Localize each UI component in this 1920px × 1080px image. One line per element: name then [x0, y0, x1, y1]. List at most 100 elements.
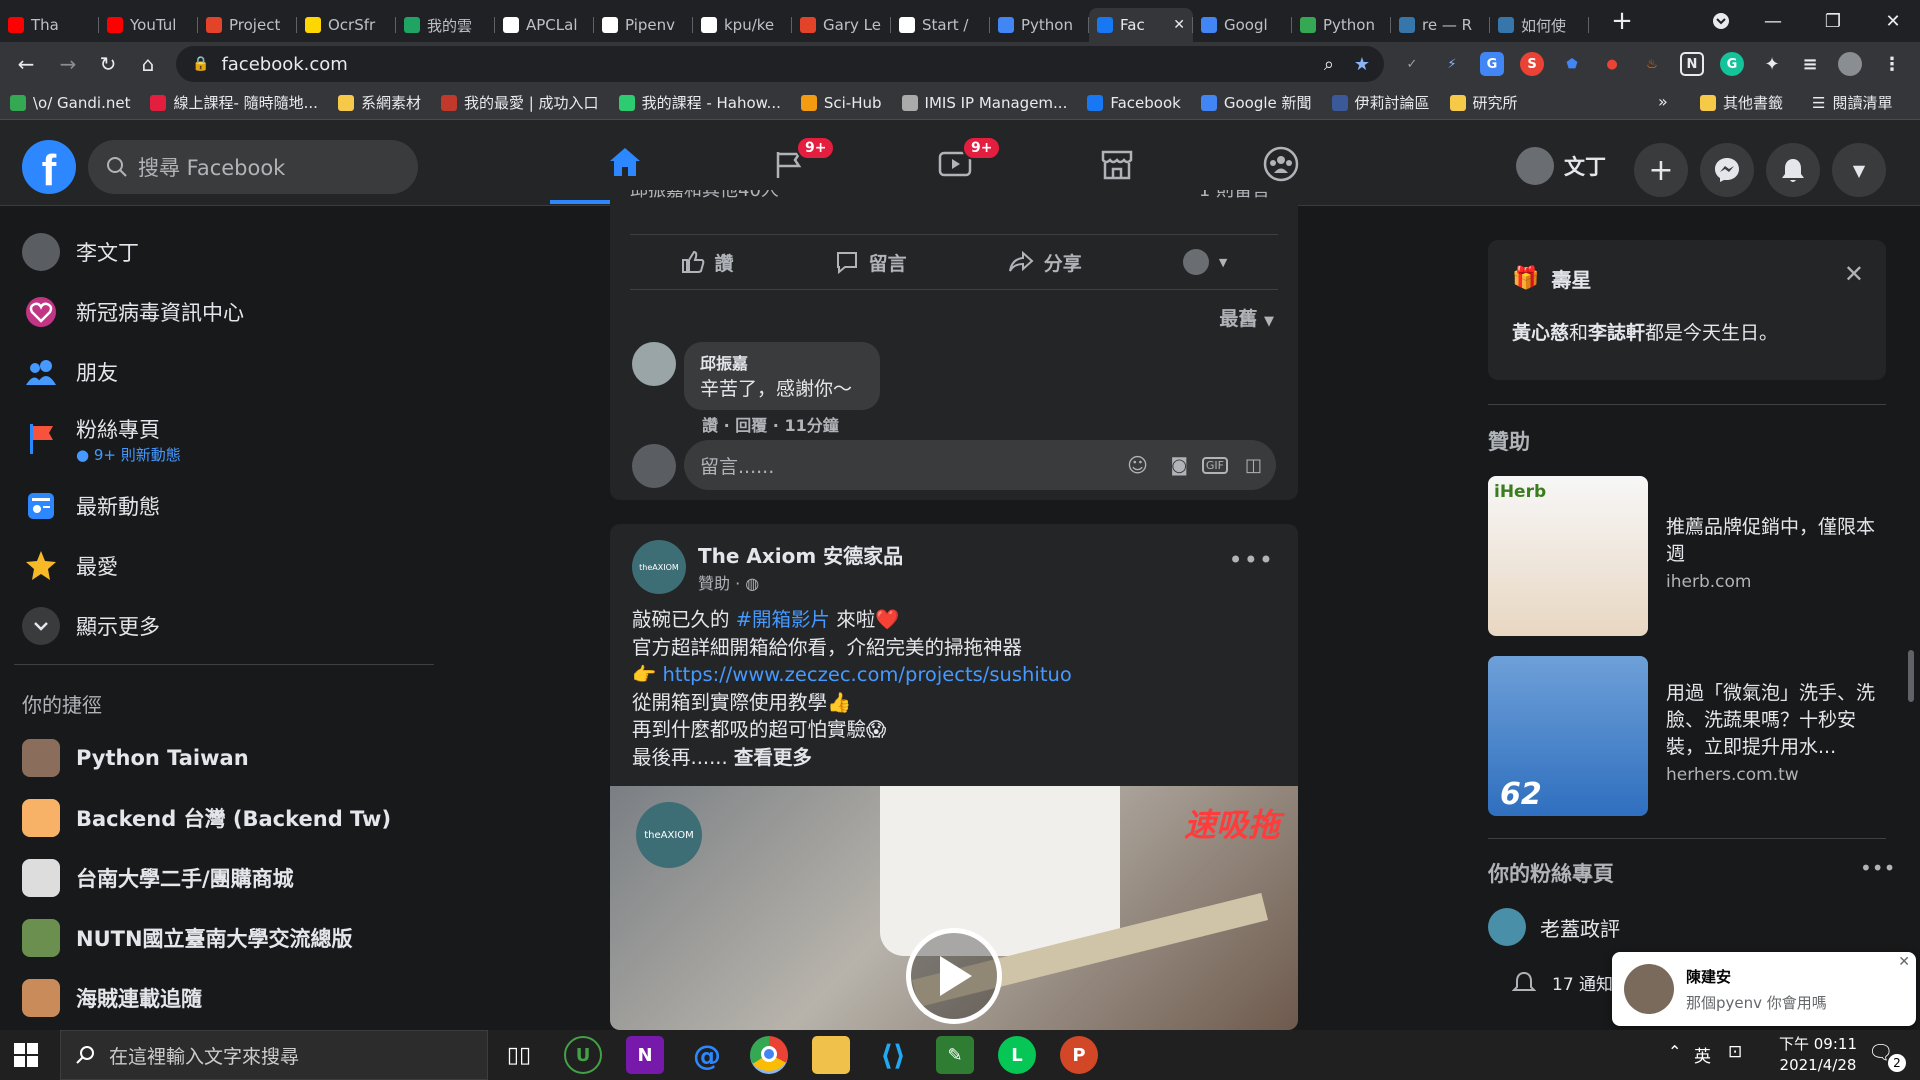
close-icon[interactable]: ✕	[1844, 260, 1864, 288]
ime-mode-icon[interactable]: ⊡	[1728, 1042, 1742, 1062]
clock[interactable]: 下午 09:11 2021/4/28	[1768, 1034, 1868, 1076]
like-button[interactable]: 讚	[681, 249, 734, 276]
sidebar-item-pages[interactable]: 粉絲專頁 ● 9+ 則新動態	[14, 402, 434, 476]
gif-icon[interactable]: GIF	[1201, 456, 1228, 474]
browser-tab[interactable]: re — R	[1391, 8, 1490, 42]
back-icon[interactable]: ←	[8, 46, 44, 82]
camera-icon[interactable]: ◙	[1171, 455, 1188, 476]
browser-tab[interactable]: Python	[990, 8, 1089, 42]
notifications-button[interactable]	[1766, 143, 1820, 197]
emoji-icon[interactable]: ☺	[1127, 453, 1148, 477]
video-player[interactable]: theAXIOM 速吸拖	[610, 786, 1298, 1030]
sidebar-item-friends[interactable]: 朋友	[14, 342, 434, 402]
browser-tab[interactable]: Tha	[0, 8, 99, 42]
record-extension-icon[interactable]: ●	[1600, 52, 1624, 76]
browser-tab[interactable]: Googl	[1193, 8, 1292, 42]
shield-extension-icon[interactable]: ⬟	[1560, 52, 1584, 76]
close-window-button[interactable]: ✕	[1870, 0, 1916, 42]
notion-extension-icon[interactable]: N	[1680, 52, 1704, 76]
comment-sort-dropdown[interactable]: 最舊 ▼	[1219, 304, 1274, 331]
minimize-button[interactable]: —	[1750, 0, 1796, 42]
scrollbar-thumb[interactable]	[1908, 650, 1914, 702]
sidebar-item-most-recent[interactable]: 最新動態	[14, 476, 434, 536]
pages-options-icon[interactable]: •••	[1860, 856, 1895, 880]
sidebar-item-show-more[interactable]: 顯示更多	[14, 596, 434, 656]
post-options-icon[interactable]: •••	[1229, 546, 1274, 574]
facebook-logo-icon[interactable]: f	[22, 140, 76, 195]
shortcut-item[interactable]: 海賊連載追隨	[14, 968, 434, 1028]
grammarly-extension-icon[interactable]: G	[1720, 52, 1744, 76]
page-notifications[interactable]: 17 通知	[1512, 970, 1613, 995]
shortcut-item[interactable]: Python Taiwan	[14, 728, 434, 788]
chrome-menu-icon[interactable]: ⋮	[1880, 52, 1904, 76]
bookmark-item[interactable]: 線上課程- 隨時隨地...	[140, 92, 328, 113]
account-menu-button[interactable]: ▼	[1832, 143, 1886, 197]
taskbar-search-input[interactable]: 在這裡輸入文字來搜尋	[60, 1030, 488, 1080]
browser-tab[interactable]: Pipenv	[594, 8, 693, 42]
comment-actions[interactable]: 讚 · 回覆 · 11分鐘	[702, 412, 839, 436]
line-app-icon[interactable]: L	[998, 1036, 1036, 1074]
reactions-summary[interactable]: 邱振嘉和其他40人	[630, 190, 779, 202]
bookmark-item[interactable]: 系網素材	[328, 92, 431, 113]
powerpoint-icon[interactable]: P	[1060, 1036, 1098, 1074]
bookmark-item[interactable]: IMIS IP Managem...	[892, 94, 1078, 112]
bookmark-item[interactable]: Google 新聞	[1191, 92, 1322, 113]
sticker-icon[interactable]: ◫	[1245, 455, 1262, 476]
comment-input[interactable]: 留言...... ☺ ◙ GIF ◫	[684, 440, 1276, 490]
sidebar-item-favorites[interactable]: 最愛	[14, 536, 434, 596]
ad-item[interactable]: iHerb 推薦品牌促銷中，僅限本週 iherb.com	[1488, 476, 1888, 636]
bookmark-item[interactable]: \o/ Gandi.net	[0, 94, 140, 112]
browser-tab[interactable]: Project	[198, 8, 297, 42]
update-app-icon[interactable]: U	[564, 1036, 602, 1074]
browser-tab[interactable]: 我的雲	[396, 8, 495, 42]
browser-tab[interactable]: Python	[1292, 8, 1391, 42]
zoom-icon[interactable]: ⌕	[1324, 54, 1334, 75]
file-explorer-icon[interactable]	[812, 1036, 850, 1074]
comment-button[interactable]: 留言	[835, 249, 907, 276]
new-tab-button[interactable]: +	[1604, 4, 1640, 38]
ad-item[interactable]: 62 用過「微氣泡」洗手、洗臉、洗蔬果嗎？十秒安裝，立即提升用水... herh…	[1488, 656, 1888, 816]
onenote-icon[interactable]: N	[626, 1036, 664, 1074]
post-author[interactable]: The Axiom 安德家品	[698, 540, 903, 569]
browser-app-icon[interactable]: @	[688, 1036, 726, 1074]
facebook-search-input[interactable]: 搜尋 Facebook	[88, 140, 418, 194]
bookmark-item[interactable]: 我的課程 - Hahow...	[609, 92, 791, 113]
reading-list-icon[interactable]: ≡	[1798, 52, 1822, 76]
fire-extension-icon[interactable]: ♨	[1640, 52, 1664, 76]
share-button[interactable]: 分享	[1008, 249, 1082, 276]
birthday-person[interactable]: 李誌軒	[1588, 322, 1645, 344]
birthday-person[interactable]: 黃心慈	[1512, 322, 1569, 344]
browser-tab[interactable]: Fac ✕	[1089, 8, 1193, 42]
browser-tab[interactable]: APCLal	[495, 8, 594, 42]
page-avatar[interactable]: theAXIOM	[632, 540, 686, 594]
forward-icon[interactable]: →	[50, 46, 86, 82]
sidebar-item-profile[interactable]: 李文丁	[14, 222, 434, 282]
bookmark-star-icon[interactable]: ★	[1354, 54, 1370, 75]
browser-tab[interactable]: OcrSfr	[297, 8, 396, 42]
task-view-icon[interactable]: ▯▯	[500, 1036, 538, 1074]
windows-start-icon[interactable]	[14, 1043, 38, 1071]
address-bar[interactable]: 🔒 facebook.com ⌕ ★	[176, 46, 1384, 82]
close-icon[interactable]: ✕	[1898, 954, 1910, 970]
commenter-avatar[interactable]	[632, 342, 676, 386]
page-item[interactable]: 老蓋政評	[1488, 908, 1620, 946]
chrome-taskbar-icon[interactable]	[750, 1036, 788, 1074]
sponsored-label[interactable]: 贊助 ·	[698, 574, 745, 593]
translate-extension-icon[interactable]: G	[1480, 52, 1504, 76]
tab-search-icon[interactable]	[1698, 0, 1744, 42]
reading-list[interactable]: ☰ 閱讀清單	[1802, 92, 1902, 113]
home-icon[interactable]: ⌂	[130, 46, 166, 82]
reload-icon[interactable]: ↻	[90, 46, 126, 82]
react-as-selector[interactable]: ▼	[1182, 249, 1227, 275]
create-button[interactable]: +	[1634, 143, 1688, 197]
bookmark-item[interactable]: Sci-Hub	[791, 94, 892, 112]
check-extension-icon[interactable]: ✓	[1400, 52, 1424, 76]
hashtag-link[interactable]: #開箱影片	[736, 608, 830, 631]
see-more-link[interactable]: 查看更多	[734, 746, 812, 769]
bookmark-item[interactable]: Facebook	[1077, 94, 1190, 112]
draw-app-icon[interactable]: ✎	[936, 1036, 974, 1074]
sidebar-item-covid[interactable]: 新冠病毒資訊中心	[14, 282, 434, 342]
tray-chevron-icon[interactable]: ⌃	[1668, 1042, 1681, 1061]
ime-indicator[interactable]: 英	[1694, 1042, 1711, 1067]
browser-tab[interactable]: Start /	[891, 8, 990, 42]
